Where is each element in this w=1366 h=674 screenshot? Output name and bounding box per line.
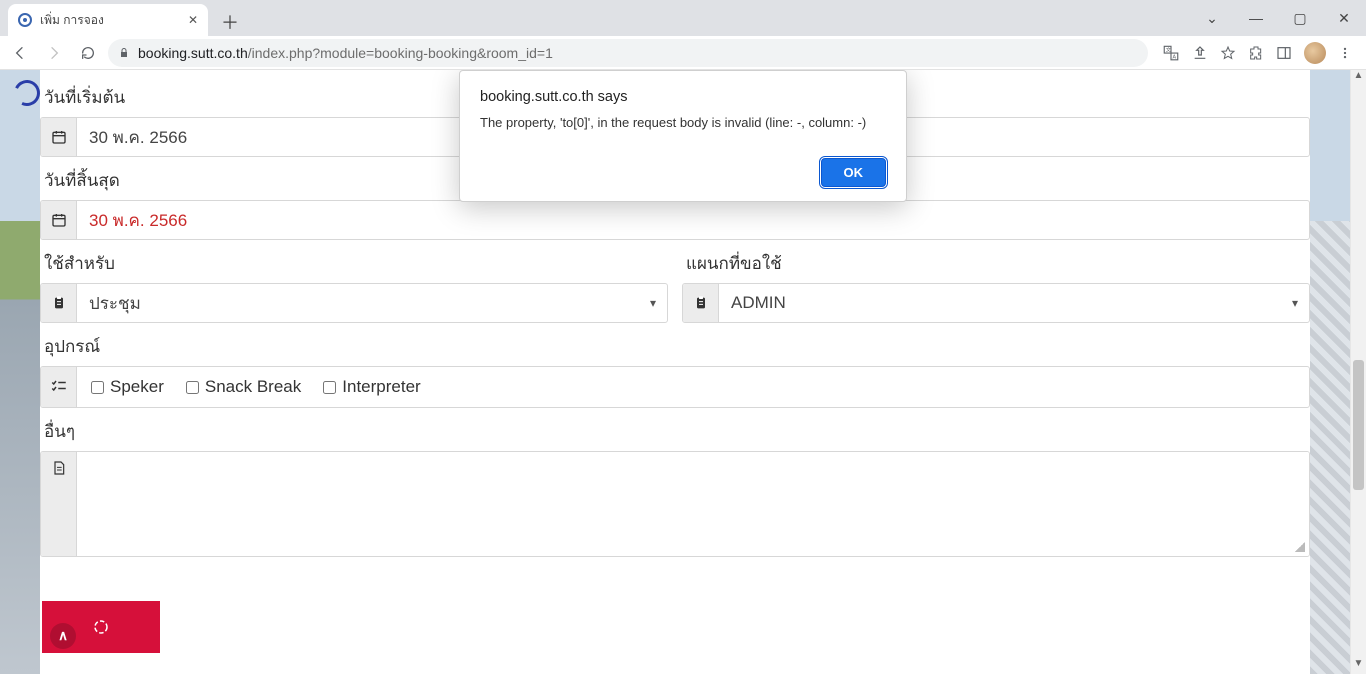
dialog-ok-button[interactable]: OK (821, 158, 887, 187)
arrow-left-icon (12, 45, 28, 61)
checkbox[interactable] (323, 381, 336, 394)
new-tab-button[interactable]: ＋ (216, 8, 244, 36)
chevron-down-icon: ▾ (639, 284, 667, 322)
share-icon[interactable] (1192, 45, 1208, 61)
tab-title: เพิ่ม การจอง (40, 11, 104, 30)
svg-text:A: A (1173, 54, 1177, 60)
profile-avatar[interactable] (1304, 42, 1326, 64)
equipment-option-snack[interactable]: Snack Break (186, 377, 301, 397)
other-label: อื่นๆ (40, 414, 1310, 451)
reload-button[interactable] (74, 39, 102, 67)
checkbox[interactable] (91, 381, 104, 394)
clipboard-icon (41, 284, 77, 322)
minimize-icon[interactable]: ― (1234, 10, 1278, 26)
back-button[interactable] (6, 39, 34, 67)
end-date-value: 30 พ.ค. 2566 (77, 201, 1309, 239)
scroll-down-icon[interactable]: ▼ (1351, 658, 1366, 674)
address-bar: booking.sutt.co.th/index.php?module=book… (0, 36, 1366, 70)
js-alert-dialog: booking.sutt.co.th says The property, 't… (459, 70, 907, 202)
page-content: ▲ ▼ วันที่เริ่มต้น 30 พ.ค. 2566 วันที่สิ… (0, 70, 1366, 674)
submit-button[interactable]: ∧ (42, 601, 160, 653)
chevron-down-icon[interactable]: ⌄ (1190, 10, 1234, 27)
favicon-icon (18, 13, 32, 27)
menu-icon[interactable] (1338, 46, 1352, 60)
use-for-value: ประชุม (77, 284, 639, 322)
end-date-field[interactable]: 30 พ.ค. 2566 (40, 200, 1310, 240)
scroll-thumb[interactable] (1353, 360, 1364, 490)
chevron-down-icon: ▾ (1281, 284, 1309, 322)
checklist-icon (41, 367, 77, 407)
other-textarea[interactable] (77, 452, 1309, 556)
scroll-up-icon[interactable]: ▲ (1351, 70, 1366, 86)
lock-icon (118, 47, 130, 59)
maximize-icon[interactable]: ▢ (1278, 10, 1322, 27)
department-select[interactable]: ADMIN ▾ (682, 283, 1310, 323)
document-icon (41, 452, 77, 556)
clipboard-icon (683, 284, 719, 322)
use-for-label: ใช้สำหรับ (40, 246, 668, 283)
use-for-select[interactable]: ประชุม ▾ (40, 283, 668, 323)
equipment-option-interpreter[interactable]: Interpreter (323, 377, 420, 397)
forward-button[interactable] (40, 39, 68, 67)
scroll-top-icon[interactable]: ∧ (50, 623, 76, 649)
extensions-icon[interactable] (1248, 45, 1264, 61)
department-label: แผนกที่ขอใช้ (682, 246, 1310, 283)
url-text: booking.sutt.co.th/index.php?module=book… (138, 45, 553, 61)
loading-ring-icon (10, 76, 43, 109)
translate-icon[interactable]: 文A (1162, 44, 1180, 62)
close-window-icon[interactable]: ✕ (1322, 10, 1366, 27)
window-controls: ⌄ ― ▢ ✕ (1190, 0, 1366, 36)
spinner-icon (92, 618, 110, 636)
dialog-message: The property, 'to[0]', in the request bo… (480, 115, 886, 130)
url-field[interactable]: booking.sutt.co.th/index.php?module=book… (108, 39, 1148, 67)
dialog-title: booking.sutt.co.th says (480, 89, 886, 105)
checkbox[interactable] (186, 381, 199, 394)
browser-tab[interactable]: เพิ่ม การจอง ✕ (8, 4, 208, 36)
arrow-right-icon (46, 45, 62, 61)
equipment-option-speker[interactable]: Speker (91, 377, 164, 397)
equipment-group: Speker Snack Break Interpreter (40, 366, 1310, 408)
reload-icon (80, 45, 96, 61)
close-tab-icon[interactable]: ✕ (188, 13, 198, 27)
equipment-label: อุปกรณ์ (40, 329, 1310, 366)
toolbar-icons: 文A (1154, 42, 1360, 64)
tab-strip: เพิ่ม การจอง ✕ ＋ ⌄ ― ▢ ✕ (0, 0, 1366, 36)
calendar-icon (41, 118, 77, 156)
sidepanel-icon[interactable] (1276, 45, 1292, 61)
scrollbar[interactable]: ▲ ▼ (1350, 70, 1366, 674)
department-value: ADMIN (719, 284, 1281, 322)
other-textarea-wrap (40, 451, 1310, 557)
calendar-icon (41, 201, 77, 239)
star-icon[interactable] (1220, 45, 1236, 61)
